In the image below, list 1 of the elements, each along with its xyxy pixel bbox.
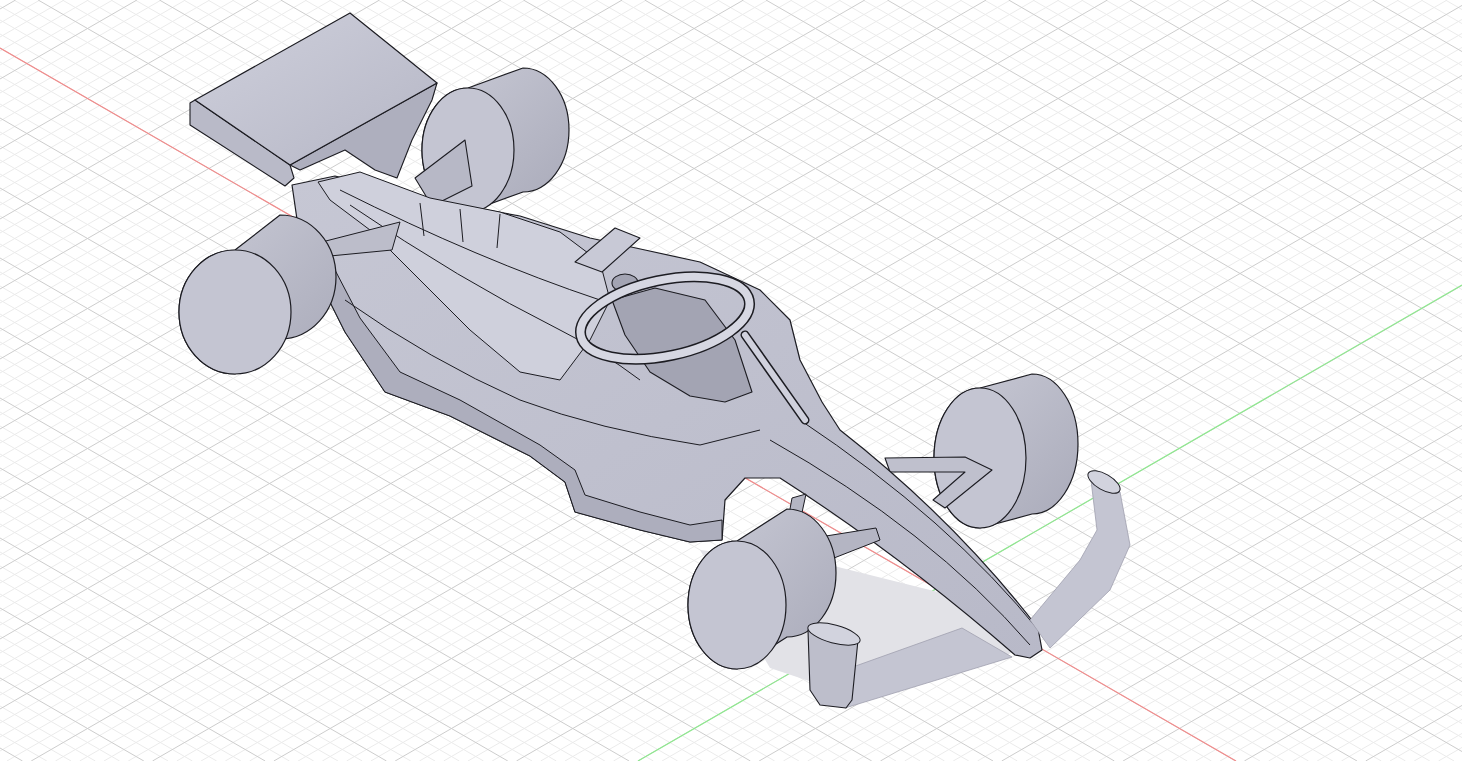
suspension-arm xyxy=(825,527,881,559)
